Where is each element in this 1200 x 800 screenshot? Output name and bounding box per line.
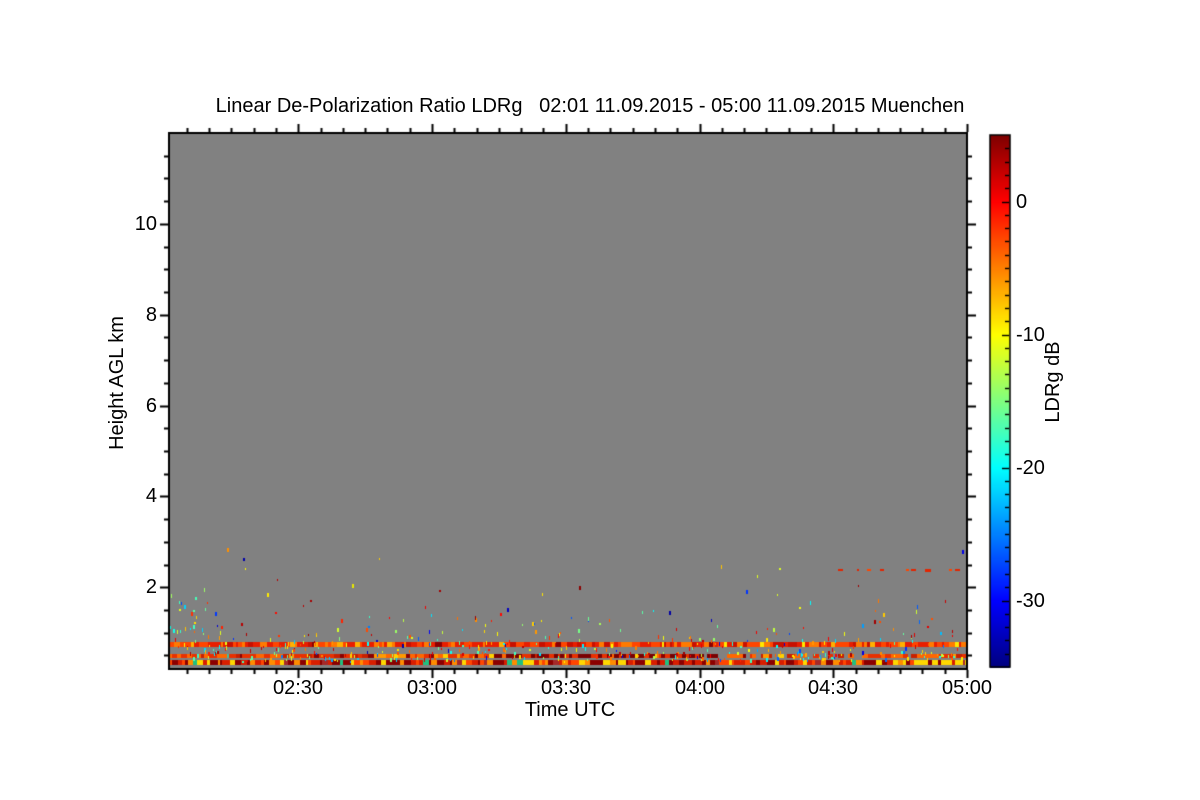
colorbar-label: LDRg dB	[1042, 341, 1064, 423]
x-tick-label: 04:00	[674, 677, 726, 699]
x-tick-label: 02:30	[272, 677, 324, 699]
colorbar-tick-label: -30	[1016, 590, 1045, 612]
y-tick-label: 8	[145, 304, 157, 326]
x-axis-label: Time UTC	[524, 699, 616, 721]
x-tick-label: 03:00	[406, 677, 458, 699]
y-tick-label: 10	[134, 213, 157, 235]
figure: Linear De-Polarization Ratio LDRg 02:01 …	[0, 0, 1200, 800]
colorbar-tick-label: -10	[1016, 324, 1045, 346]
y-tick-label: 4	[145, 485, 157, 507]
y-tick-label: 6	[145, 395, 157, 417]
y-tick-label: 2	[145, 576, 157, 598]
x-tick-label: 05:00	[941, 677, 993, 699]
x-tick-label: 03:30	[540, 677, 592, 699]
chart-title: Linear De-Polarization Ratio LDRg 02:01 …	[215, 95, 965, 117]
x-tick-label: 04:30	[807, 677, 859, 699]
colorbar-tick-label: 0	[1016, 191, 1028, 213]
colorbar-tick-label: -20	[1016, 457, 1045, 479]
